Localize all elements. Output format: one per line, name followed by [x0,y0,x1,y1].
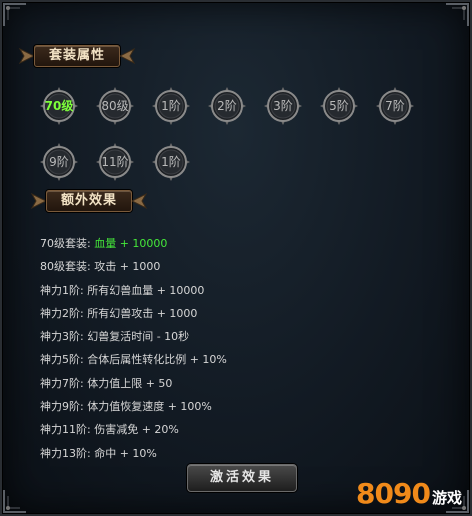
header-wing-left-icon [30,192,46,210]
extra-effects-header: 额外效果 [28,190,150,212]
effect-label: 神力1阶: [40,283,84,297]
badge-label: 3阶 [273,99,293,113]
corner-ornament-icon [2,488,28,514]
effect-value: 伤害减免 + 20% [94,423,179,437]
badge-label: 1阶 [161,99,181,113]
header-wing-right-icon [132,192,148,210]
effect-label: 神力11阶: [40,423,91,437]
effect-label: 神力3阶: [40,330,84,344]
corner-ornament-icon [2,2,28,28]
site-watermark-logo: 8090 游戏 [356,477,462,510]
badge-label: 80级 [101,99,129,113]
set-attributes-title: 套装属性 [34,45,121,67]
effect-value: 合体后属性转化比例 + 10% [87,353,227,367]
effect-label: 神力5阶: [40,353,84,367]
effect-row: 80级套装: 攻击 + 1000 [40,255,227,278]
watermark-number: 8090 [356,477,431,510]
badge-label: 70级 [44,99,74,113]
set-attributes-header: 套装属性 [16,45,138,67]
effect-row: 70级套装: 血量 + 10000 [40,232,227,255]
badge-label: 7阶 [385,99,405,113]
set-badge[interactable]: 11阶 [95,142,135,182]
effect-label: 神力2阶: [40,306,84,320]
effect-value: 血量 + 10000 [94,237,168,250]
watermark-text: 游戏 [431,489,462,507]
set-badge[interactable]: 7阶 [375,86,415,126]
set-badge[interactable]: 80级 [95,86,135,126]
activate-effect-button[interactable]: 激活效果 [187,464,297,492]
set-badge[interactable]: 2阶 [207,86,247,126]
set-badge[interactable]: 70级 [39,86,79,126]
effect-row: 神力3阶: 幻兽复活时间 - 10秒 [40,325,227,348]
header-wing-right-icon [120,47,136,65]
effect-value: 所有幻兽攻击 + 1000 [87,306,198,320]
set-badge[interactable]: 3阶 [263,86,303,126]
set-badge[interactable]: 1阶 [151,142,191,182]
effect-value: 幻兽复活时间 - 10秒 [87,330,190,344]
effect-label: 70级套装: [40,237,91,250]
extra-effects-list: 70级套装: 血量 + 10000 80级套装: 攻击 + 1000 神力1阶: 所… [40,232,227,465]
effect-value: 攻击 + 1000 [94,260,161,274]
effect-row: 神力9阶: 体力值恢复速度 + 100% [40,395,227,418]
badge-label: 1阶 [161,155,181,169]
effect-row: 神力13阶: 命中 + 10% [40,442,227,465]
effect-value: 体力值恢复速度 + 100% [87,400,212,414]
badge-label: 11阶 [101,155,129,169]
effect-row: 神力2阶: 所有幻兽攻击 + 1000 [40,302,227,325]
effect-value: 所有幻兽血量 + 10000 [87,283,205,297]
set-badge[interactable]: 9阶 [39,142,79,182]
effect-value: 命中 + 10% [94,446,157,460]
badge-label: 2阶 [217,99,237,113]
set-attributes-panel: 套装属性 70级 80级 1阶 2阶 3阶 5阶 7阶 9阶 11阶 1阶 额外效果 70级套装:… [0,0,472,516]
effect-row: 神力1阶: 所有幻兽血量 + 10000 [40,279,227,302]
effect-label: 神力7阶: [40,376,84,390]
badge-label: 5阶 [329,99,349,113]
corner-ornament-icon [444,2,470,28]
effect-row: 神力5阶: 合体后属性转化比例 + 10% [40,348,227,371]
effect-row: 神力7阶: 体力值上限 + 50 [40,372,227,395]
effect-label: 神力13阶: [40,446,91,460]
set-badge[interactable]: 1阶 [151,86,191,126]
effect-label: 80级套装: [40,260,91,274]
effect-row: 神力11阶: 伤害减免 + 20% [40,418,227,441]
extra-effects-title: 额外效果 [46,190,133,212]
effect-label: 神力9阶: [40,400,84,414]
set-badge[interactable]: 5阶 [319,86,359,126]
badge-label: 9阶 [49,155,69,169]
effect-value: 体力值上限 + 50 [87,376,173,390]
header-wing-left-icon [18,47,34,65]
